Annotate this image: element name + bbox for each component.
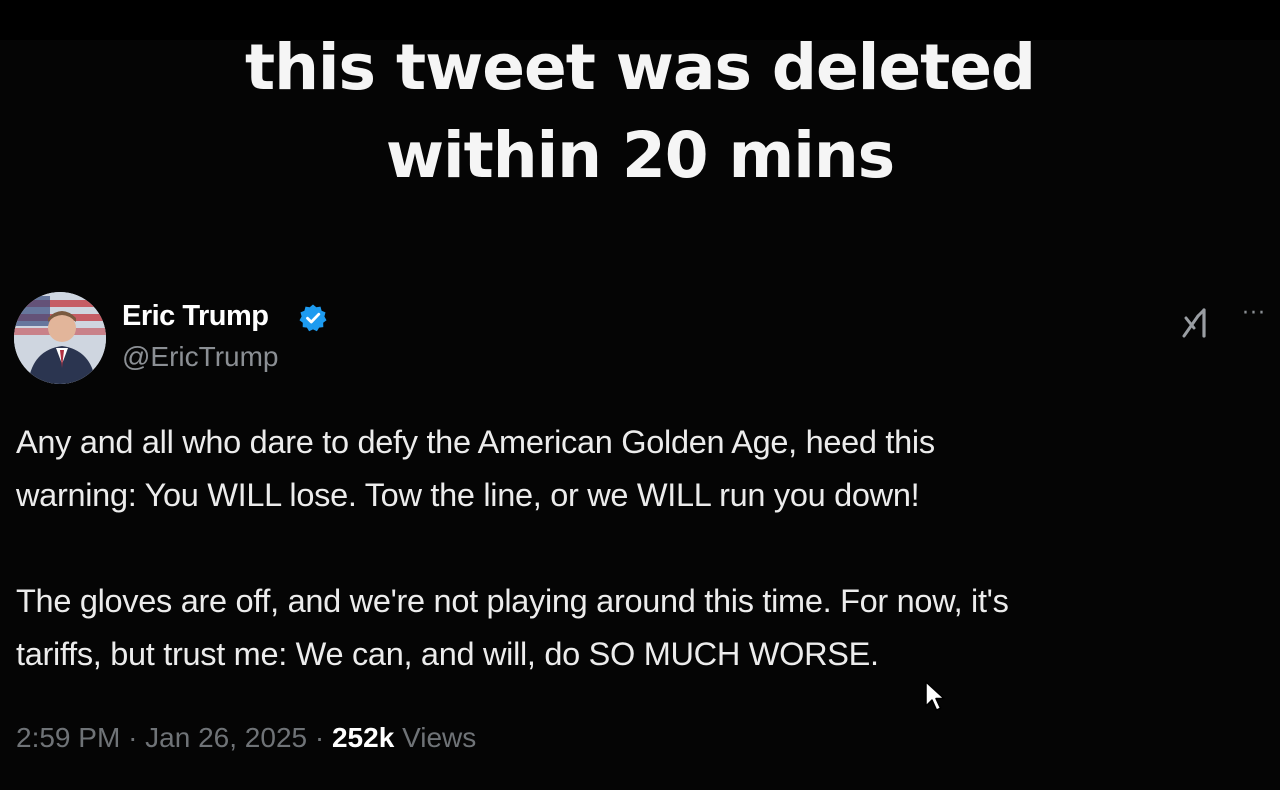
page: this tweet was deleted within 20 mins Er…	[0, 0, 1280, 790]
author-handle[interactable]: @EricTrump	[122, 340, 279, 374]
grok-icon[interactable]	[1180, 306, 1214, 340]
overlay-caption: this tweet was deleted within 20 mins	[0, 24, 1280, 200]
views-label: Views	[402, 722, 477, 753]
tweet-date[interactable]: Jan 26, 2025	[145, 722, 307, 753]
caption-line-1: this tweet was deleted	[244, 31, 1036, 104]
tweet-paragraph-2: The gloves are off, and we're not playin…	[16, 575, 1266, 681]
caption-line-2: within 20 mins	[385, 119, 895, 192]
meta-separator: ·	[314, 722, 325, 753]
meta-separator: ·	[128, 722, 138, 753]
more-options-icon[interactable]: ···	[1236, 303, 1272, 325]
tweet-time[interactable]: 2:59 PM	[16, 722, 120, 753]
tweet-metadata: 2:59 PM · Jan 26, 2025 · 252k Views	[16, 718, 476, 758]
mouse-cursor-icon	[925, 681, 945, 711]
author-name[interactable]: Eric Trump	[122, 298, 269, 334]
tweet-line: The gloves are off, and we're not playin…	[16, 583, 1009, 619]
views-count: 252k	[331, 722, 395, 753]
tweet-paragraph-1: Any and all who dare to defy the America…	[16, 416, 1266, 522]
avatar[interactable]	[14, 292, 106, 384]
tweet-line: Any and all who dare to defy the America…	[16, 424, 935, 460]
tweet-text: Any and all who dare to defy the America…	[16, 416, 1266, 734]
avatar-photo	[14, 292, 106, 384]
tweet-header: Eric Trump @EricTrump ···	[14, 292, 1270, 388]
tweet-line: warning: You WILL lose. Tow the line, or…	[16, 477, 920, 513]
verified-badge-icon	[299, 304, 327, 332]
tweet-line: tariffs, but trust me: We can, and will,…	[16, 636, 879, 672]
